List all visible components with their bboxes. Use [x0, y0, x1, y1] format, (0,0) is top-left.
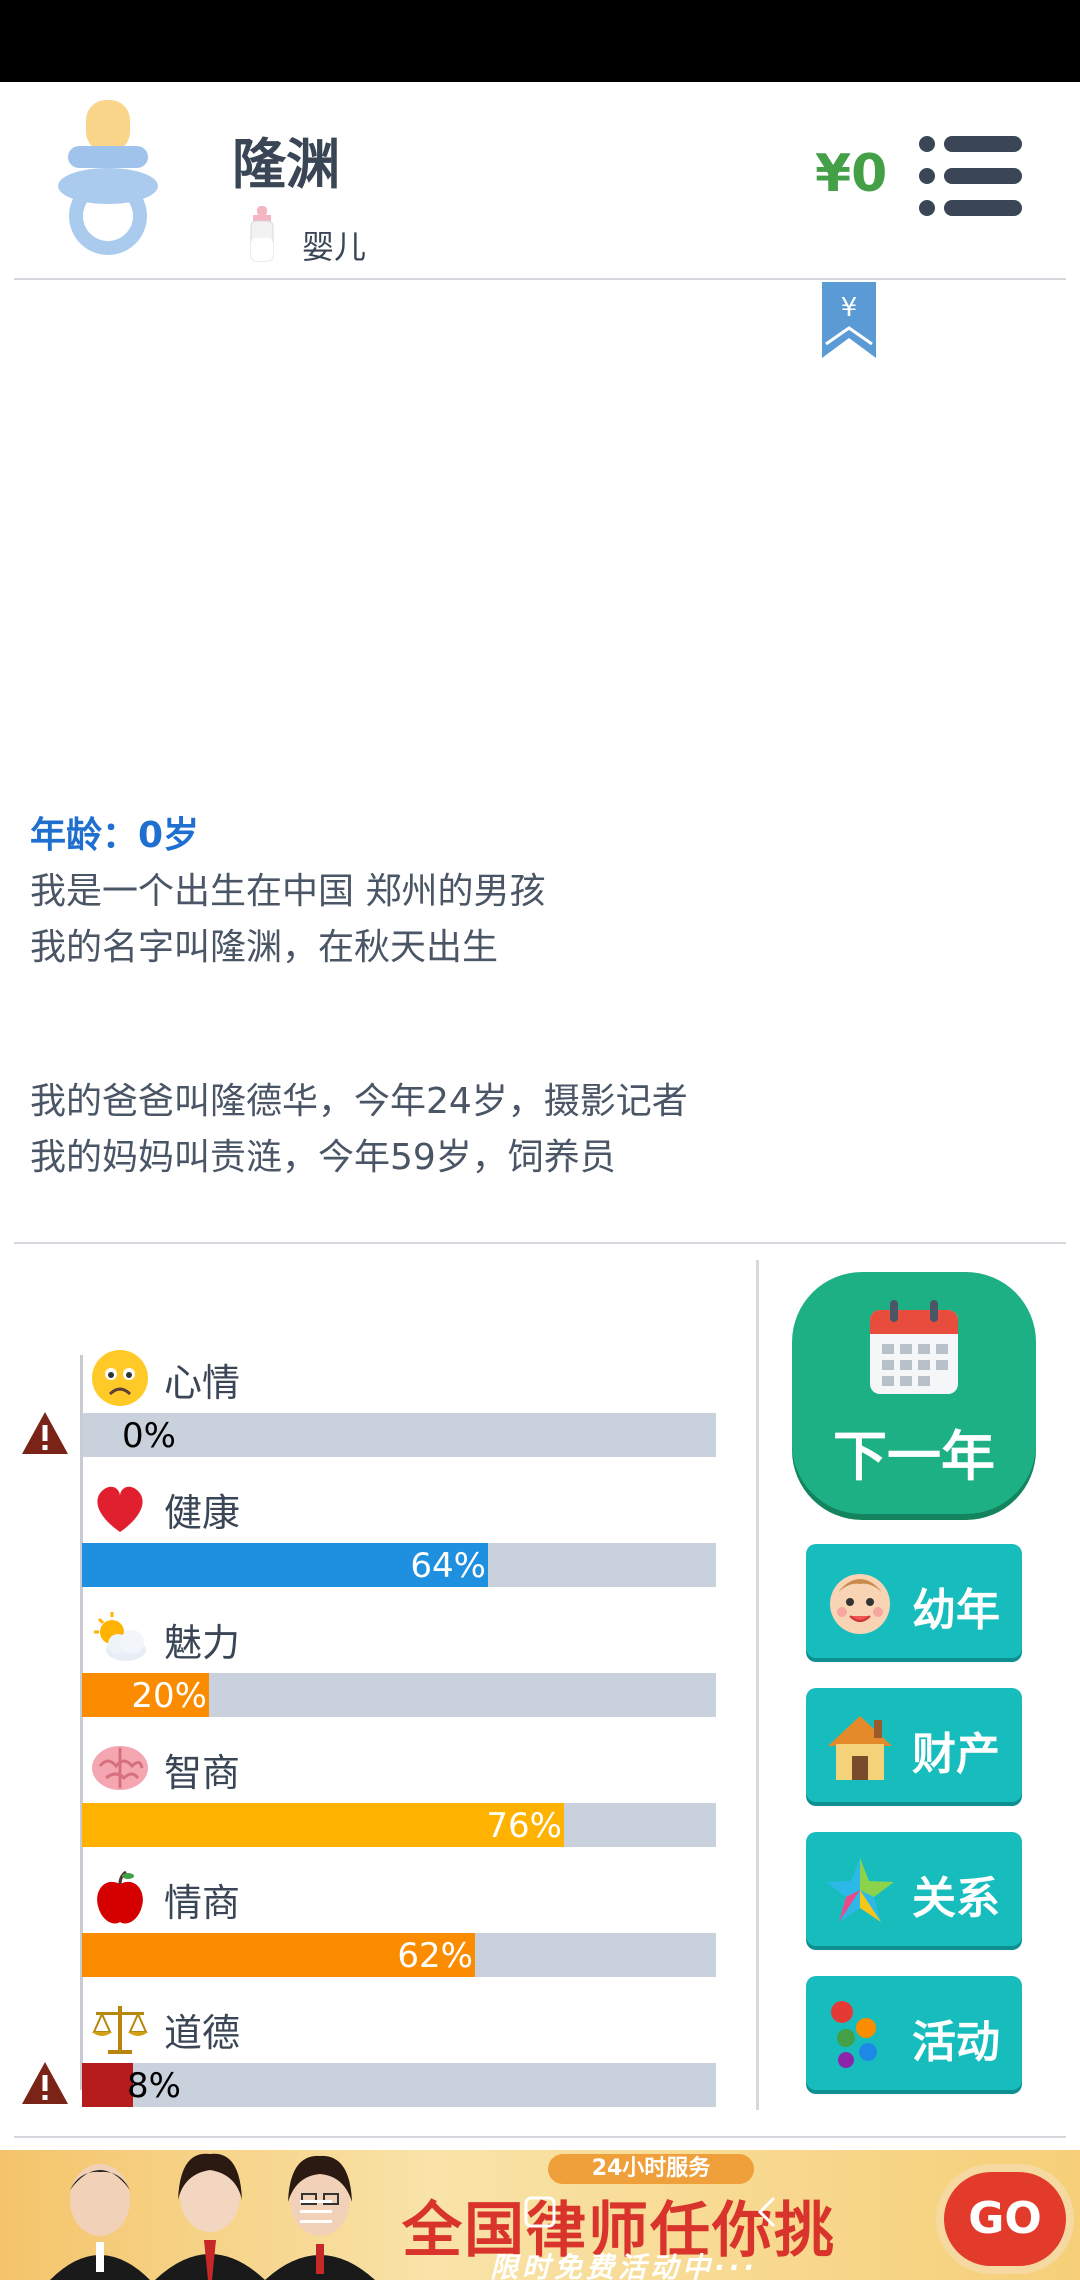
ad-subtitle: 限时免费活动中···: [490, 2251, 758, 2280]
star-icon: [826, 1858, 894, 1922]
house-icon: [828, 1716, 892, 1780]
next-year-button[interactable]: 下一年: [792, 1272, 1036, 1514]
money-bookmark[interactable]: ¥: [822, 282, 876, 358]
sad-face-icon: [92, 1350, 148, 1406]
stat-label: 道德: [164, 2011, 241, 2055]
menu-icon[interactable]: [918, 134, 1024, 218]
life-stage-label: 婴儿: [302, 228, 367, 266]
ad-badge: 24小时服务: [548, 2154, 754, 2184]
stat-label: 魅力: [164, 1621, 241, 1665]
stat-label: 健康: [164, 1491, 241, 1535]
ad-go-button[interactable]: GO: [936, 2164, 1074, 2274]
stats-panel: 心情 0% 健康 64% 魅力 20% 智商 76% 情商 62% 道德 8%: [0, 1260, 760, 2110]
scales-icon: [92, 2006, 148, 2054]
heart-icon: [97, 1486, 143, 1532]
bottom-divider: [14, 2136, 1066, 2138]
stat-row: 情商 62%: [0, 1820, 760, 1977]
svg-text:¥: ¥: [841, 293, 858, 323]
stat-row: 健康 64%: [0, 1430, 760, 1587]
baby-bottle-icon: [250, 206, 274, 262]
stat-label: 情商: [164, 1881, 241, 1925]
bookmark-icon: ¥: [822, 282, 876, 358]
relations-button[interactable]: 关系: [806, 1832, 1022, 1946]
stat-label: 智商: [164, 1751, 241, 1795]
pacifier-avatar-icon: [58, 100, 158, 255]
next-year-label: 下一年: [833, 1425, 995, 1488]
story-line: 我的名字叫隆渊，在秋天出生: [30, 927, 499, 968]
warning-icon: [22, 2062, 68, 2104]
activities-dots-icon: [831, 2001, 877, 2068]
stat-row: 道德 8%: [0, 1950, 760, 2107]
story-divider: [14, 1242, 1066, 1244]
story-line: 我的爸爸叫隆德华，今年24岁，摄影记者: [30, 1081, 688, 1122]
apple-icon: [97, 1870, 143, 1924]
profile-header: 隆渊 婴儿 ¥0: [0, 82, 1080, 280]
property-button[interactable]: 财产: [806, 1688, 1022, 1802]
stat-row: 心情 0%: [0, 1300, 760, 1457]
stat-row: 智商 76%: [0, 1690, 760, 1847]
recent-apps-icon[interactable]: [296, 2192, 336, 2232]
stat-bar: 8%: [82, 2063, 716, 2107]
relations-label: 关系: [912, 1873, 1000, 1924]
back-icon[interactable]: [748, 2192, 788, 2232]
sun-cloud-icon: [94, 1612, 146, 1661]
stat-row: 魅力 20%: [0, 1560, 760, 1717]
status-bar: [0, 0, 1080, 82]
money-display: ¥0: [815, 144, 888, 204]
character-name: 隆渊: [232, 133, 340, 196]
stat-label: 心情: [164, 1361, 241, 1405]
property-label: 财产: [912, 1729, 1000, 1780]
stat-bar-fill: [82, 2063, 133, 2107]
stat-percent: 8%: [127, 2066, 181, 2106]
childhood-button[interactable]: 幼年: [806, 1544, 1022, 1658]
activities-label: 活动: [912, 2017, 1000, 2068]
brain-icon: [92, 1746, 148, 1790]
childhood-label: 幼年: [912, 1585, 1000, 1636]
baby-face-icon: [830, 1574, 890, 1634]
header-divider: [14, 278, 1066, 280]
story-line: 我的妈妈叫责涟，今年59岁，饲养员: [30, 1137, 616, 1178]
age-line: 年龄：0岁: [30, 815, 200, 856]
home-icon[interactable]: [520, 2192, 560, 2232]
story-line: 我是一个出生在中国 郑州的男孩: [30, 871, 546, 912]
story-spacer: [30, 976, 1050, 1074]
activities-button[interactable]: 活动: [806, 1976, 1022, 2090]
calendar-icon: [870, 1300, 958, 1394]
life-story: 年龄：0岁 我是一个出生在中国 郑州的男孩 我的名字叫隆渊，在秋天出生 我的爸爸…: [30, 808, 1050, 1186]
